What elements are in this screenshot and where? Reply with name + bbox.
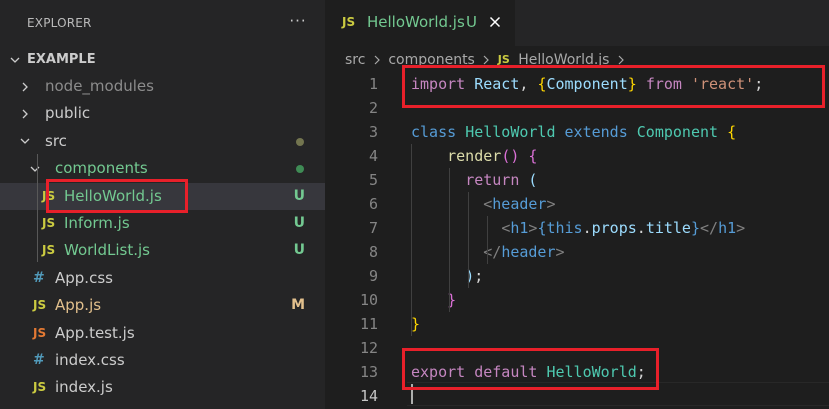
line-number: 2 [368, 99, 378, 117]
indent-guide [37, 154, 38, 262]
line-number: 10 [359, 291, 378, 309]
tree-item-label: App.css [55, 268, 113, 287]
file-worldlist-js[interactable]: JS WorldList.js U [0, 237, 325, 264]
line-number: 14 [359, 387, 378, 405]
git-status-badge: U [293, 242, 305, 259]
tree-item-label: index.js [55, 378, 113, 397]
line-number: 3 [368, 123, 378, 141]
close-icon[interactable] [485, 12, 505, 32]
tab-status-badge: U [466, 13, 477, 31]
git-status-badge: U [293, 187, 305, 204]
code-line: 3 class HelloWorld extends Component { [325, 120, 829, 144]
line-number: 7 [368, 219, 378, 237]
tree-item-label: src [45, 131, 67, 150]
line-number: 11 [359, 315, 378, 333]
code-text: ); [465, 267, 484, 285]
chevron-right-icon [18, 100, 32, 127]
code-text: } [411, 315, 421, 333]
git-status-badge: M [291, 297, 305, 314]
indent-guide [449, 168, 450, 312]
indent-guide [468, 192, 469, 288]
folder-src[interactable]: src [0, 128, 325, 155]
tab-bar: JS HelloWorld.js U [325, 0, 829, 46]
file-index-css[interactable]: # index.css [0, 347, 325, 374]
file-app-css[interactable]: # App.css [0, 265, 325, 292]
code-line: 5 return ( [325, 168, 829, 192]
tab-helloworld[interactable]: JS HelloWorld.js U [325, 0, 515, 46]
code-line: 6 <header> [325, 192, 829, 216]
chevron-down-icon [28, 155, 42, 182]
tree-item-label: Inform.js [64, 214, 130, 232]
code-text: <header> [483, 195, 556, 213]
git-status-dot [296, 165, 304, 174]
file-inform-js[interactable]: JS Inform.js U [0, 210, 325, 237]
indent-guide [411, 144, 412, 336]
line-number: 4 [368, 147, 378, 165]
tree-item-label: App.js [55, 296, 102, 315]
code-text: render() { [447, 147, 538, 165]
explorer-header: EXPLORER ··· [0, 0, 325, 46]
code-text: <h1>{this.props.title}</h1> [501, 219, 746, 237]
folder-node-modules[interactable]: node_modules [0, 73, 325, 100]
tree-item-label: node_modules [45, 77, 154, 95]
tree-item-label: WorldList.js [64, 241, 150, 260]
ellipsis-icon[interactable]: ··· [287, 10, 309, 32]
code-line: 10 } [325, 288, 829, 312]
tab-label: HelloWorld.js [367, 13, 465, 31]
js-file-icon: JS [42, 216, 56, 230]
file-app-test-js[interactable]: JS App.test.js [0, 320, 325, 347]
code-line: 11} [325, 312, 829, 336]
chevron-right-icon [18, 73, 32, 100]
code-line: 7 <h1>{this.props.title}</h1> [325, 216, 829, 240]
project-root[interactable]: EXAMPLE [0, 46, 325, 73]
explorer-sidebar: EXPLORER ··· EXAMPLE node_modulespublic s… [0, 0, 325, 409]
breadcrumb-item-src[interactable]: src [345, 50, 365, 70]
js-file-icon: JS [33, 380, 47, 395]
line-number: 5 [368, 171, 378, 189]
git-status-dot [296, 137, 304, 146]
code-text: return ( [465, 171, 538, 189]
code-line: 9 ); [325, 264, 829, 288]
editor-pane: JS HelloWorld.js U src components JS Hel… [325, 0, 829, 409]
vscode-window: EXPLORER ··· EXAMPLE node_modulespublic s… [0, 0, 829, 409]
line-number: 6 [368, 195, 378, 213]
js-file-icon: JS [342, 15, 356, 29]
js-file-icon: JS [42, 243, 56, 258]
line-number: 12 [359, 339, 378, 357]
folder-public[interactable]: public [0, 100, 325, 127]
code-line: 8 </header> [325, 240, 829, 264]
line-number: 13 [359, 363, 378, 381]
css-file-icon: # [33, 269, 45, 286]
tree-item-label: index.css [55, 351, 125, 369]
code-text: class HelloWorld extends Component { [411, 123, 737, 141]
file-app-js[interactable]: JS App.js M [0, 292, 325, 319]
indent-guide [487, 216, 488, 264]
project-name: EXAMPLE [27, 52, 96, 67]
line-number: 9 [368, 267, 378, 285]
highlight-box-export [402, 348, 659, 390]
file-index-js[interactable]: JS index.js [0, 374, 325, 401]
code-line: 4 render() { [325, 144, 829, 168]
highlight-box-import [402, 65, 825, 108]
js-file-icon: JS [33, 325, 47, 340]
css-file-icon: # [33, 352, 45, 368]
line-number: 8 [368, 243, 378, 261]
tree-item-label: public [45, 104, 91, 123]
js-file-icon: JS [33, 298, 47, 313]
line-number: 1 [368, 75, 378, 93]
explorer-title: EXPLORER [27, 16, 92, 30]
chevron-down-icon [18, 128, 32, 155]
git-status-badge: U [293, 215, 305, 231]
chevron-down-icon [8, 46, 22, 73]
tree-item-label: App.test.js [55, 323, 135, 342]
highlight-box-sidebar-file [46, 179, 188, 213]
